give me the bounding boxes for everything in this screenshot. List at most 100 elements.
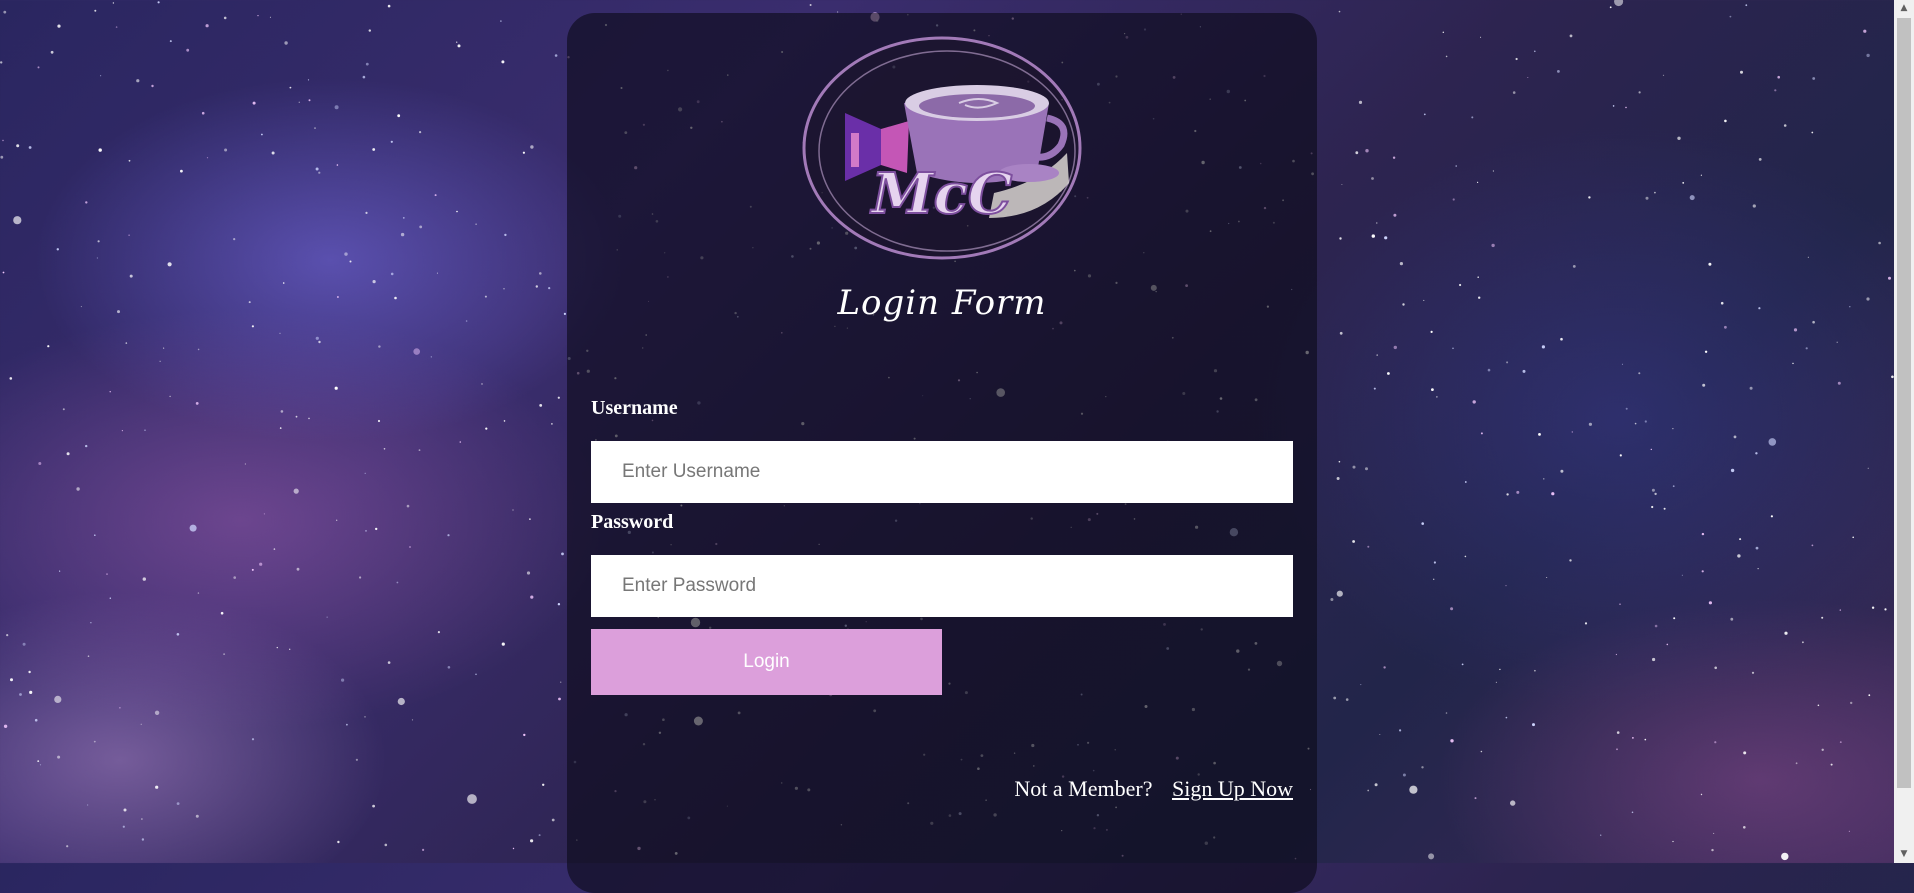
- star: [1700, 174, 1702, 176]
- star: [56, 248, 59, 251]
- star: [411, 719, 414, 721]
- star: [459, 441, 462, 443]
- star: [1464, 481, 1467, 483]
- star: [457, 44, 461, 48]
- star: [372, 280, 376, 284]
- star: [109, 391, 111, 393]
- page-scrollbar[interactable]: ▲ ▼: [1894, 0, 1914, 863]
- star: [364, 472, 366, 474]
- star: [112, 2, 115, 4]
- star: [1673, 617, 1676, 620]
- star: [1442, 31, 1445, 33]
- star: [197, 348, 200, 351]
- star: [1474, 797, 1477, 800]
- star: [558, 697, 561, 701]
- star: [334, 386, 338, 390]
- star: [523, 733, 526, 737]
- star: [1572, 265, 1576, 268]
- star: [1492, 170, 1494, 172]
- signup-link[interactable]: Sign Up Now: [1172, 776, 1293, 801]
- star: [1399, 729, 1402, 732]
- password-input[interactable]: [591, 555, 1293, 617]
- star: [1713, 832, 1715, 834]
- star: [1654, 492, 1657, 496]
- star: [22, 642, 26, 646]
- star: [1812, 320, 1815, 324]
- star: [1702, 383, 1706, 387]
- star: [1781, 852, 1789, 861]
- star: [1711, 848, 1714, 852]
- star: [1371, 177, 1374, 180]
- star: [251, 325, 254, 328]
- star: [1352, 465, 1356, 469]
- star: [1849, 306, 1851, 308]
- star: [501, 642, 505, 646]
- star: [1740, 70, 1743, 74]
- star: [308, 417, 310, 420]
- logo-text: McC: [870, 161, 1013, 227]
- star: [169, 395, 171, 398]
- star: [129, 274, 133, 278]
- star: [390, 272, 394, 276]
- star: [436, 272, 438, 274]
- star: [394, 296, 397, 300]
- star: [233, 238, 236, 241]
- star: [85, 444, 88, 448]
- star: [1755, 546, 1759, 550]
- star: [1436, 396, 1438, 398]
- star: [296, 567, 300, 571]
- login-panel: McC Login Form Username Password Login N…: [567, 13, 1317, 893]
- star: [318, 171, 321, 174]
- star: [1871, 606, 1875, 609]
- star: [1367, 789, 1370, 792]
- star: [542, 783, 545, 786]
- star: [1770, 515, 1773, 518]
- star: [1720, 301, 1724, 305]
- star: [269, 16, 271, 18]
- star: [554, 54, 558, 57]
- star: [195, 402, 199, 405]
- star: [1749, 386, 1753, 390]
- star: [6, 634, 9, 637]
- scroll-up-icon[interactable]: ▲: [1894, 0, 1914, 17]
- star: [1478, 296, 1481, 299]
- star: [539, 404, 543, 407]
- star: [176, 633, 180, 636]
- username-input[interactable]: [591, 441, 1293, 503]
- star: [334, 105, 339, 110]
- star: [529, 518, 531, 520]
- star: [372, 804, 375, 808]
- star: [1341, 184, 1343, 185]
- star: [548, 287, 551, 290]
- star: [1638, 372, 1641, 375]
- star: [13, 216, 22, 225]
- star: [1571, 431, 1574, 433]
- scroll-down-icon[interactable]: ▼: [1894, 846, 1914, 863]
- star: [1724, 325, 1727, 329]
- star: [1505, 716, 1508, 719]
- star: [365, 62, 369, 66]
- star: [503, 288, 505, 290]
- star: [1743, 751, 1747, 755]
- scrollbar-thumb[interactable]: [1897, 18, 1911, 788]
- login-button[interactable]: Login: [591, 629, 942, 695]
- username-label: Username: [591, 397, 678, 419]
- star: [1805, 347, 1808, 350]
- star: [1459, 283, 1462, 287]
- star: [1758, 307, 1761, 310]
- star: [1757, 568, 1759, 570]
- star: [336, 296, 339, 298]
- star: [402, 217, 405, 219]
- star: [1878, 241, 1881, 245]
- star: [359, 576, 362, 579]
- star: [526, 571, 531, 575]
- star: [1387, 372, 1390, 375]
- star: [223, 653, 226, 655]
- star: [1392, 156, 1396, 159]
- star: [467, 794, 477, 804]
- star: [85, 201, 88, 204]
- star: [1616, 731, 1620, 734]
- star: [1367, 545, 1370, 548]
- star: [154, 710, 160, 715]
- star: [1516, 490, 1520, 494]
